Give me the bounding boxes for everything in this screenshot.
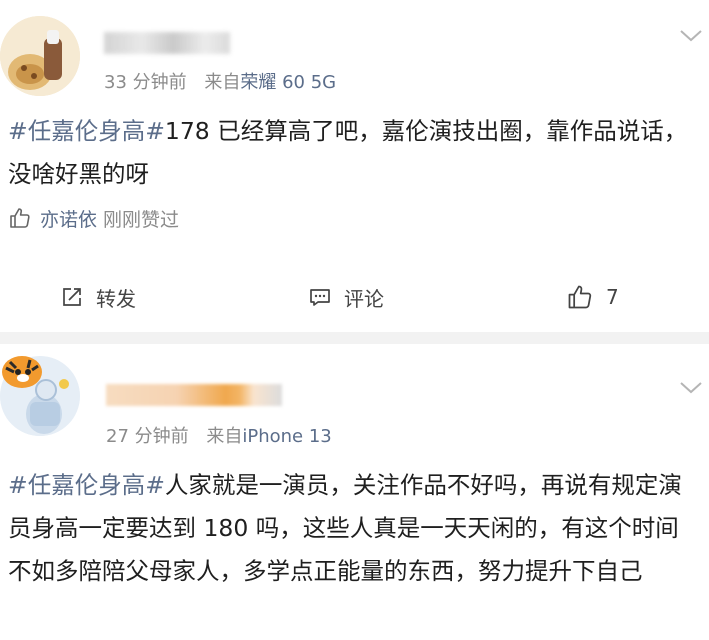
weibo-post: 27 分钟前 来自iPhone 13 #任嘉伦身高#人家就是一演员，关注作品不好… <box>0 344 709 640</box>
hashtag-link[interactable]: #任嘉伦身高# <box>8 471 165 499</box>
post-time: 33 分钟前 <box>104 72 187 93</box>
post-meta: 33 分钟前 来自荣耀 60 5G <box>104 68 336 94</box>
thumbs-up-icon <box>10 208 30 228</box>
post-text: #任嘉伦身高#178 已经算高了吧，嘉伦演技出圈，靠作品说话，没啥好黑的呀 <box>8 110 698 196</box>
chevron-down-icon[interactable] <box>678 380 704 396</box>
tiger-sticker-icon <box>2 356 69 389</box>
like-note: 刚刚赞过 <box>103 208 180 231</box>
like-notice: 亦诺依 刚刚赞过 <box>8 203 179 233</box>
repost-button[interactable]: 转发 <box>60 280 136 314</box>
post-text: #任嘉伦身高#人家就是一演员，关注作品不好吗，再说有规定演员身高一定要达到 18… <box>8 464 698 593</box>
comment-label: 评论 <box>344 286 384 311</box>
post-source[interactable]: iPhone 13 <box>242 426 331 447</box>
post-meta: 27 分钟前 来自iPhone 13 <box>106 422 332 448</box>
repost-icon <box>63 288 81 306</box>
comment-icon <box>310 289 330 306</box>
thumbs-up-icon <box>568 285 592 309</box>
post-actions: 转发 评论 7 <box>0 280 709 314</box>
hashtag-link[interactable]: #任嘉伦身高# <box>8 117 165 145</box>
blurred-username[interactable] <box>106 384 282 406</box>
post-divider <box>0 332 709 344</box>
source-prefix: 来自 <box>206 426 243 447</box>
liker-name[interactable]: 亦诺依 <box>40 205 97 232</box>
like-button[interactable]: 7 <box>566 280 619 314</box>
source-prefix: 来自 <box>204 72 241 93</box>
blurred-username[interactable] <box>104 32 230 54</box>
like-count: 7 <box>606 285 619 309</box>
weibo-post: 33 分钟前 来自荣耀 60 5G #任嘉伦身高#178 已经算高了吧，嘉伦演技… <box>0 0 709 332</box>
repost-label: 转发 <box>96 286 136 311</box>
comment-button[interactable]: 评论 <box>308 280 384 314</box>
post-time: 27 分钟前 <box>106 426 189 447</box>
chevron-down-icon[interactable] <box>678 28 704 44</box>
post-source[interactable]: 荣耀 60 5G <box>240 72 336 93</box>
avatar[interactable] <box>0 16 80 96</box>
